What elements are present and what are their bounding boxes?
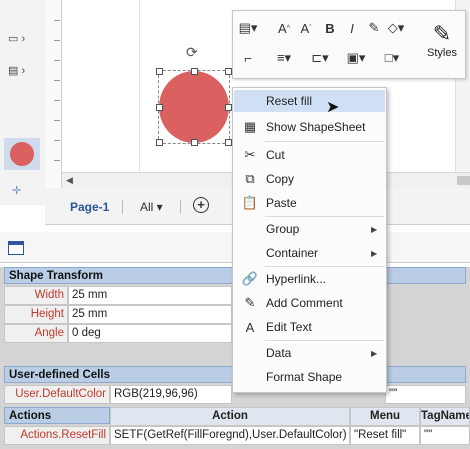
menu-item-data[interactable]: Data ▶	[234, 342, 385, 364]
decrease-font-icon[interactable]: Aˇ	[295, 17, 317, 39]
cell-value-action[interactable]: SETF(GetRef(FillForegnd),User.DefaultCol…	[110, 426, 350, 445]
resize-handle[interactable]	[225, 104, 232, 111]
format-painter-icon[interactable]: ✎	[363, 17, 385, 39]
menu-item-add-comment[interactable]: ✎ Add Comment	[234, 292, 385, 314]
comment-icon: ✎	[244, 295, 256, 310]
align-text-icon[interactable]: ≡▾	[273, 47, 295, 69]
cell-name-width[interactable]: Width	[4, 286, 68, 305]
cell-name-actions-resetfill[interactable]: Actions.ResetFill	[4, 426, 110, 445]
circle-shape[interactable]	[159, 71, 229, 143]
selected-shape[interactable]	[156, 68, 232, 146]
menu-item-format-shape[interactable]: Format Shape	[234, 366, 385, 388]
copy-icon: ⧉	[245, 171, 255, 186]
col-header-menu: Menu	[350, 407, 420, 426]
stencil-icon[interactable]: ▤ ›	[8, 60, 40, 80]
shape-thumbnail[interactable]	[4, 138, 40, 170]
mini-toolbar: ▤▾ A ^ Aˇ B I ✎ ◇▾ ⌐ ≡▾ ⊏▾ ▣▾ □▾ ✎ Styles	[232, 10, 466, 79]
resize-handle[interactable]	[156, 139, 163, 146]
connection-point-icon[interactable]: ✛	[12, 180, 44, 200]
vertical-ruler	[45, 0, 62, 188]
cell-name-height[interactable]: Height	[4, 305, 68, 324]
menu-item-container[interactable]: Container ▶	[234, 242, 385, 264]
shapesheet-icon[interactable]	[8, 241, 24, 255]
resize-handle[interactable]	[225, 68, 232, 75]
resize-handle[interactable]	[156, 104, 163, 111]
cell-value-user-defaultcolor[interactable]: RGB(219,96,96)	[110, 385, 232, 404]
menu-item-group[interactable]: Group ▶	[234, 218, 385, 240]
left-panel: ▭ › ▤ › ✛	[0, 0, 46, 205]
cell-prompt-user-defaultcolor[interactable]: ""	[385, 385, 466, 404]
resize-handle[interactable]	[225, 139, 232, 146]
menu-item-hyperlink[interactable]: 🔗 Hyperlink...	[234, 268, 385, 290]
col-header-tagname: TagName	[420, 407, 470, 426]
shapesheet-icon: ▦	[243, 119, 257, 134]
resize-handle[interactable]	[156, 68, 163, 75]
position-icon[interactable]: ⊏▾	[309, 47, 331, 69]
menu-item-copy[interactable]: ⧉ Copy	[234, 168, 385, 190]
increase-font-icon[interactable]: A ^	[273, 17, 295, 39]
col-header-action: Action	[110, 407, 350, 426]
cell-value-angle[interactable]: 0 deg	[68, 324, 232, 343]
connector-icon[interactable]: ⌐	[237, 47, 259, 69]
cell-value-height[interactable]: 25 mm	[68, 305, 232, 324]
cell-value-menu[interactable]: "Reset fill"	[350, 426, 420, 445]
menu-item-reset-fill[interactable]: Reset fill	[234, 90, 385, 112]
tab-page-1[interactable]: Page-1	[70, 200, 109, 214]
hyperlink-icon: 🔗	[241, 271, 259, 286]
scroll-left-icon[interactable]: ◀	[66, 175, 73, 186]
add-page-icon[interactable]: +	[193, 197, 209, 213]
line-color-icon[interactable]: □▾	[381, 47, 403, 69]
cut-icon: ✂	[244, 147, 256, 162]
tab-all-pages[interactable]: All ▾	[140, 200, 163, 214]
submenu-arrow-icon: ▶	[371, 248, 378, 258]
styles-icon: ✎	[432, 21, 452, 46]
mouse-pointer-icon: ➤	[326, 99, 340, 116]
text-icon: A	[245, 319, 255, 335]
fill-color-icon[interactable]: ◇▾	[385, 17, 407, 39]
text-block-icon[interactable]: ▤▾	[237, 17, 259, 39]
cell-name-user-defaultcolor[interactable]: User.DefaultColor	[4, 385, 110, 404]
italic-icon[interactable]: I	[341, 17, 363, 39]
cell-name-angle[interactable]: Angle	[4, 324, 68, 343]
section-actions[interactable]: Actions	[4, 407, 110, 424]
context-menu: Reset fill ▦ Show ShapeSheet ✂ Cut ⧉ Copy 📋…	[232, 87, 387, 393]
arrange-icon[interactable]: ▣▾	[345, 47, 367, 69]
menu-item-paste[interactable]: 📋 Paste	[234, 192, 385, 214]
bold-icon[interactable]: B	[319, 17, 341, 39]
paste-icon: 📋	[241, 195, 259, 210]
scroll-thumb[interactable]	[457, 176, 470, 185]
rotate-handle-icon[interactable]: ⟳	[186, 44, 198, 61]
cell-value-width[interactable]: 25 mm	[68, 286, 232, 305]
cell-value-tagname[interactable]: ""	[420, 426, 470, 445]
menu-item-edit-text[interactable]: A Edit Text	[234, 316, 385, 338]
window-icon[interactable]: ▭ ›	[8, 28, 40, 48]
styles-button[interactable]: ✎ Styles	[423, 17, 461, 73]
resize-handle[interactable]	[191, 139, 198, 146]
resize-handle[interactable]	[191, 68, 198, 75]
submenu-arrow-icon: ▶	[371, 224, 378, 234]
submenu-arrow-icon: ▶	[371, 348, 378, 358]
menu-item-show-shapesheet[interactable]: ▦ Show ShapeSheet	[234, 116, 385, 138]
menu-item-cut[interactable]: ✂ Cut	[234, 144, 385, 166]
